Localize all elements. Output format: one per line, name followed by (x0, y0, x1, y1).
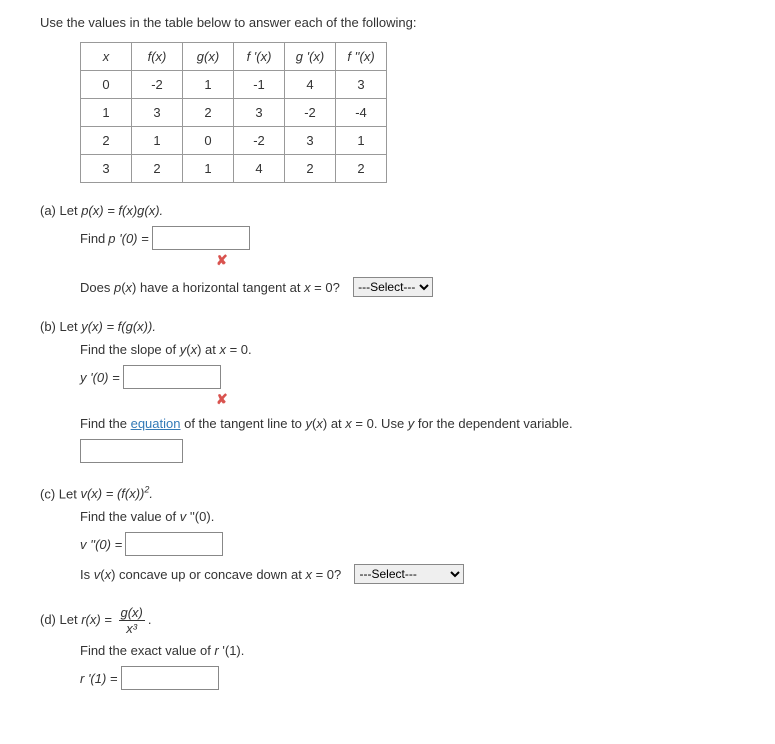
intro-text: Use the values in the table below to ans… (40, 15, 735, 30)
x-mark-icon: ✘ (216, 252, 228, 268)
table-header-row: x f(x) g(x) f '(x) g '(x) f ''(x) (81, 43, 387, 71)
part-c-select[interactable]: ---Select--- (354, 564, 464, 584)
equation-link[interactable]: equation (131, 416, 181, 431)
part-c-find: Find the value of v ''(0). (80, 509, 214, 524)
part-b-lhs: y '(0) = (80, 370, 120, 385)
part-b-label: (b) Let (40, 319, 81, 334)
part-a-find: Find (80, 231, 105, 246)
part-b-input-tangent[interactable] (80, 439, 183, 463)
part-b: (b) Let y(x) = f(g(x)). Find the slope o… (40, 319, 735, 463)
part-a-tangent-q: Does p(x) have a horizontal tangent at x… (80, 280, 340, 295)
part-d-label: (d) Let (40, 612, 81, 627)
fraction-den: x³ (124, 621, 139, 635)
col-gx: g(x) (183, 43, 234, 71)
part-a-def: p(x) = f(x)g(x). (81, 203, 163, 218)
part-b-def: y(x) = f(g(x)). (81, 319, 156, 334)
part-a: (a) Let p(x) = f(x)g(x). Find p '(0) = ✘… (40, 203, 735, 297)
part-d-lhs: r '(1) = (80, 671, 118, 686)
col-fpx: f '(x) (234, 43, 285, 71)
part-a-select[interactable]: ---Select--- (353, 277, 433, 297)
table-row: 321422 (81, 155, 387, 183)
part-c-concave-q: Is v(x) concave up or concave down at x … (80, 567, 341, 582)
part-b-tangent-text: Find the equation of the tangent line to… (80, 416, 573, 431)
table-row: 210-231 (81, 127, 387, 155)
part-c-lhs: v ''(0) = (80, 537, 122, 552)
x-mark-icon: ✘ (216, 391, 228, 407)
col-x: x (81, 43, 132, 71)
part-a-lhs: p '(0) = (108, 231, 148, 246)
part-c: (c) Let v(x) = (f(x))2. Find the value o… (40, 485, 735, 584)
col-fx: f(x) (132, 43, 183, 71)
part-d: (d) Let r(x) = g(x) x³ . Find the exact … (40, 606, 735, 690)
part-d-def-lhs: r(x) = (81, 612, 115, 627)
table-row: 1323-2-4 (81, 99, 387, 127)
part-c-def: v(x) = (f(x))2. (80, 486, 153, 501)
part-d-input[interactable] (121, 666, 219, 690)
part-d-fraction: g(x) x³ (119, 606, 145, 635)
fraction-num: g(x) (119, 606, 145, 621)
part-b-slope: Find the slope of y(x) at x = 0. (80, 342, 252, 357)
part-c-label: (c) Let (40, 486, 80, 501)
part-d-find: Find the exact value of r '(1). (80, 643, 244, 658)
part-c-input[interactable] (125, 532, 223, 556)
col-f2px: f ''(x) (336, 43, 387, 71)
values-table: x f(x) g(x) f '(x) g '(x) f ''(x) 0-21-1… (80, 42, 387, 183)
part-a-label: (a) Let (40, 203, 81, 218)
part-a-input[interactable] (152, 226, 250, 250)
table-row: 0-21-143 (81, 71, 387, 99)
col-gpx: g '(x) (285, 43, 336, 71)
part-b-input-slope[interactable] (123, 365, 221, 389)
